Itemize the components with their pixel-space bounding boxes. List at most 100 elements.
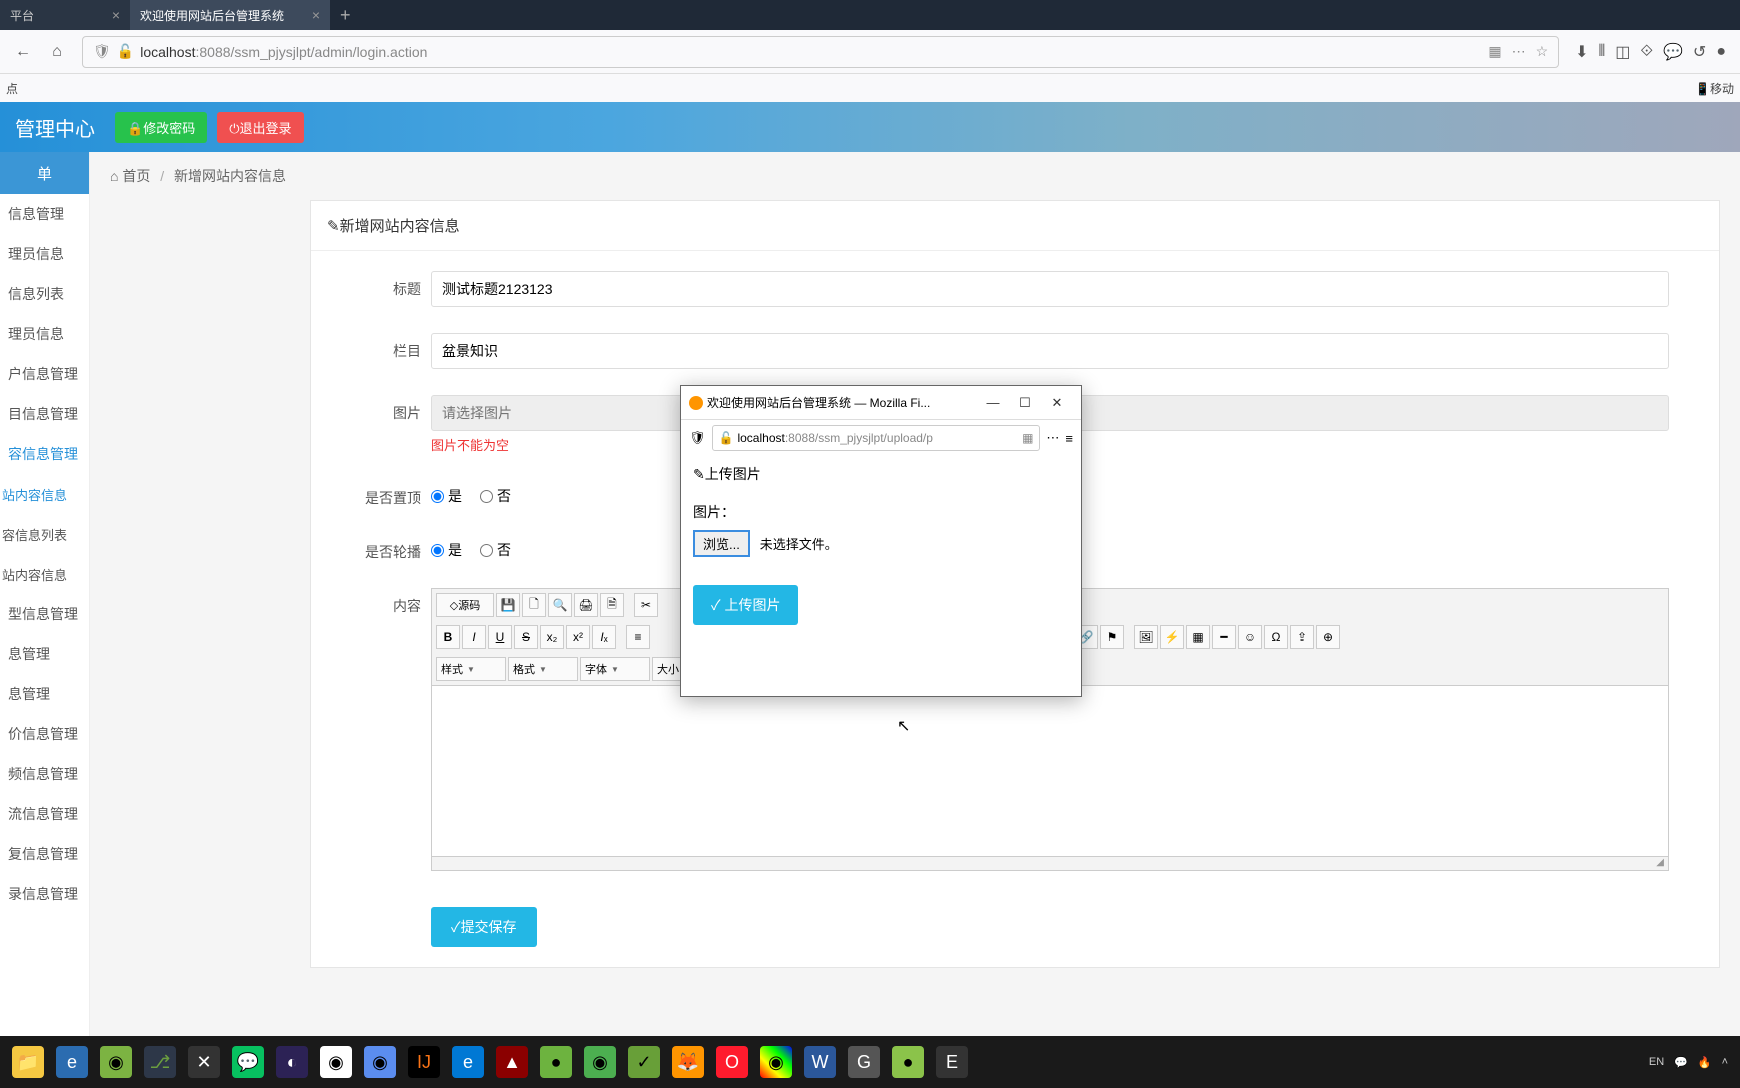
- minimize-icon[interactable]: —: [977, 390, 1009, 416]
- qr-icon[interactable]: ▦: [1488, 43, 1501, 60]
- sidebar-item[interactable]: 户信息管理: [0, 354, 89, 394]
- sidebar-item[interactable]: 录信息管理: [0, 874, 89, 914]
- sidebar-item[interactable]: 目信息管理: [0, 394, 89, 434]
- browse-button[interactable]: 浏览...: [693, 530, 750, 557]
- ie-icon[interactable]: e: [56, 1046, 88, 1078]
- bookmark-item[interactable]: 点: [6, 80, 18, 97]
- pagebreak-icon[interactable]: ⇪: [1290, 625, 1314, 649]
- app-icon[interactable]: ✕: [188, 1046, 220, 1078]
- app-icon[interactable]: ⎇: [144, 1046, 176, 1078]
- superscript-icon[interactable]: x²: [566, 625, 590, 649]
- maximize-icon[interactable]: ☐: [1009, 390, 1041, 416]
- logout-button[interactable]: ⏻退出登录: [217, 112, 303, 143]
- sidebar-item[interactable]: 站内容信息: [0, 554, 89, 594]
- format-select[interactable]: 格式: [508, 657, 578, 681]
- sidebar-item[interactable]: 流信息管理: [0, 794, 89, 834]
- iframe-icon[interactable]: ⊕: [1316, 625, 1340, 649]
- editor-content[interactable]: [432, 686, 1668, 856]
- chromium-icon[interactable]: ◉: [364, 1046, 396, 1078]
- carousel-no-radio[interactable]: 否: [480, 540, 511, 560]
- tray-icon[interactable]: 💬: [1674, 1056, 1688, 1069]
- smiley-icon[interactable]: ☺: [1238, 625, 1262, 649]
- sidebar-item[interactable]: 型信息管理: [0, 594, 89, 634]
- spring-icon[interactable]: ●: [540, 1046, 572, 1078]
- special-char-icon[interactable]: Ω: [1264, 625, 1288, 649]
- close-icon[interactable]: ×: [112, 7, 120, 23]
- sidebar-item[interactable]: 站内容信息: [0, 474, 89, 514]
- app-icon[interactable]: ◉: [100, 1046, 132, 1078]
- upload-button[interactable]: ✓ 上传图片: [693, 585, 798, 625]
- clear-format-icon[interactable]: Iₓ: [592, 625, 616, 649]
- opera-icon[interactable]: O: [716, 1046, 748, 1078]
- browser-tab-1[interactable]: 平台 ×: [0, 0, 130, 30]
- new-tab-button[interactable]: +: [330, 5, 361, 26]
- bold-icon[interactable]: B: [436, 625, 460, 649]
- url-input[interactable]: 🛡 🔓 localhost:8088/ssm_pjysjlpt/admin/lo…: [82, 36, 1559, 68]
- tray-icon[interactable]: 🔥: [1698, 1056, 1712, 1069]
- sidebar-item[interactable]: 理员信息: [0, 234, 89, 274]
- reload-icon[interactable]: ↺: [1693, 42, 1706, 62]
- table-icon[interactable]: ▦: [1186, 625, 1210, 649]
- download-icon[interactable]: ⬇: [1575, 42, 1588, 62]
- ime-indicator[interactable]: EN: [1649, 1056, 1664, 1068]
- breadcrumb-home[interactable]: 首页: [122, 168, 150, 184]
- flash-icon[interactable]: ⚡: [1160, 625, 1184, 649]
- profile-icon[interactable]: ●: [1716, 43, 1726, 61]
- sidebar-item[interactable]: 理员信息: [0, 314, 89, 354]
- app-icon[interactable]: ●: [892, 1046, 924, 1078]
- styles-select[interactable]: 样式: [436, 657, 506, 681]
- sidebar-item[interactable]: 容信息列表: [0, 514, 89, 554]
- sidebar-item[interactable]: 信息列表: [0, 274, 89, 314]
- sidebar-item[interactable]: 复信息管理: [0, 834, 89, 874]
- intellij-icon[interactable]: IJ: [408, 1046, 440, 1078]
- mobile-bookmarks[interactable]: 📱移动: [1695, 80, 1734, 97]
- sidebar-item[interactable]: 价信息管理: [0, 714, 89, 754]
- sidebar-item[interactable]: 信息管理: [0, 194, 89, 234]
- browser-tab-2[interactable]: 欢迎使用网站后台管理系统 ×: [130, 0, 330, 30]
- change-password-button[interactable]: 🔒修改密码: [115, 112, 207, 143]
- italic-icon[interactable]: I: [462, 625, 486, 649]
- back-button[interactable]: ←: [8, 37, 38, 67]
- strike-icon[interactable]: S: [514, 625, 538, 649]
- menu-icon[interactable]: ≡: [1065, 431, 1073, 446]
- subscript-icon[interactable]: x₂: [540, 625, 564, 649]
- new-page-icon[interactable]: 🗋: [522, 593, 546, 617]
- star-icon[interactable]: ☆: [1536, 43, 1549, 60]
- preview-icon[interactable]: 🔍: [548, 593, 572, 617]
- meatball-icon[interactable]: ⋯: [1512, 43, 1526, 60]
- numlist-icon[interactable]: ≡: [626, 625, 650, 649]
- eclipse-icon[interactable]: ◐: [276, 1046, 308, 1078]
- print-icon[interactable]: 🖨: [574, 593, 598, 617]
- sidebar-item[interactable]: 息管理: [0, 674, 89, 714]
- app-icon[interactable]: ▲: [496, 1046, 528, 1078]
- save-icon[interactable]: 💾: [496, 593, 520, 617]
- underline-icon[interactable]: U: [488, 625, 512, 649]
- title-input[interactable]: [431, 271, 1669, 307]
- category-input[interactable]: [431, 333, 1669, 369]
- edge-icon[interactable]: e: [452, 1046, 484, 1078]
- library-icon[interactable]: ⫴: [1599, 43, 1606, 61]
- chat-icon[interactable]: 💬: [1663, 42, 1683, 62]
- template-icon[interactable]: 🗎: [600, 593, 624, 617]
- editor-resize-handle[interactable]: ◢: [432, 856, 1668, 870]
- explorer-icon[interactable]: 📁: [12, 1046, 44, 1078]
- tray-chevron-icon[interactable]: ˄: [1722, 1056, 1728, 1068]
- home-icon[interactable]: ⌂: [42, 37, 72, 67]
- extension-icon[interactable]: ⟐: [1640, 43, 1653, 61]
- flag-icon[interactable]: ⚑: [1100, 625, 1124, 649]
- source-button[interactable]: ◇源码: [436, 593, 494, 617]
- top-no-radio[interactable]: 否: [480, 486, 511, 506]
- sidebar-item[interactable]: 容信息管理: [0, 434, 89, 474]
- word-icon[interactable]: W: [804, 1046, 836, 1078]
- popup-url-input[interactable]: 🔓 localhost:8088/ssm_pjysjlpt/upload/p ▦: [712, 425, 1041, 451]
- chrome-icon[interactable]: ◉: [320, 1046, 352, 1078]
- hr-icon[interactable]: ━: [1212, 625, 1236, 649]
- wechat-icon[interactable]: 💬: [232, 1046, 264, 1078]
- app-icon[interactable]: ✓: [628, 1046, 660, 1078]
- image-icon[interactable]: 🖼: [1134, 625, 1158, 649]
- app-icon[interactable]: ◉: [584, 1046, 616, 1078]
- top-yes-radio[interactable]: 是: [431, 486, 462, 506]
- meatball-icon[interactable]: ⋯: [1046, 430, 1059, 446]
- sidebar-item[interactable]: 息管理: [0, 634, 89, 674]
- sidebar-item[interactable]: 频信息管理: [0, 754, 89, 794]
